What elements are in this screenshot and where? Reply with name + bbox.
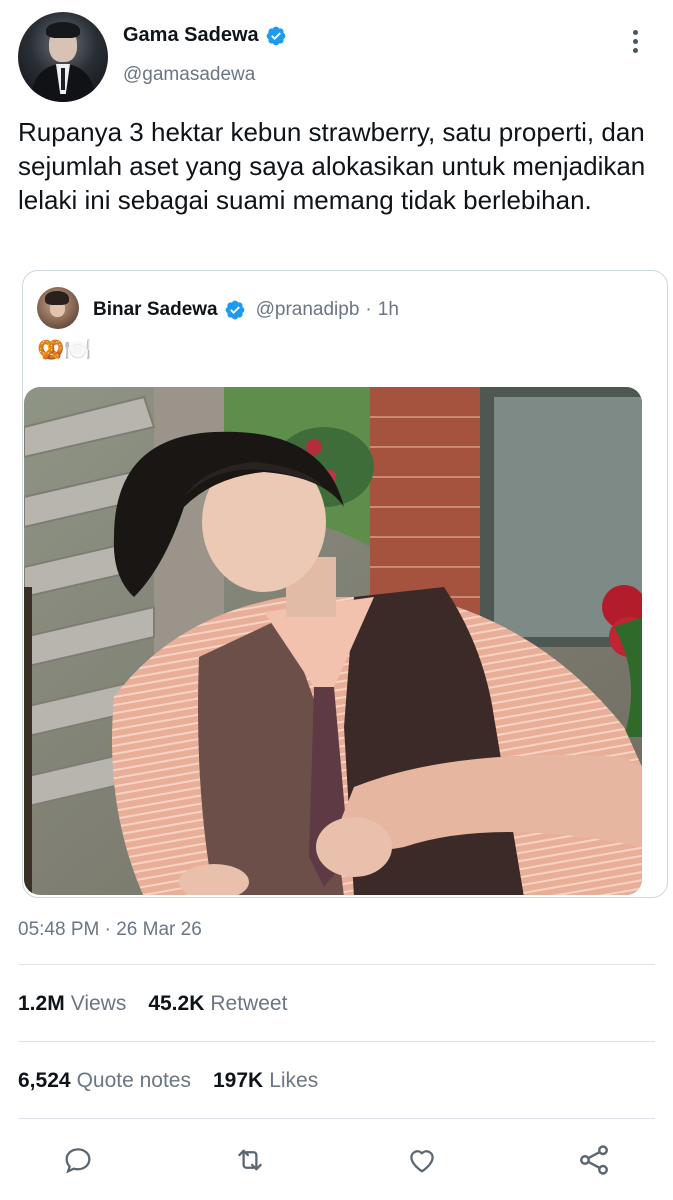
quoted-text: 🥨🍽️ xyxy=(37,337,92,362)
divider xyxy=(18,1041,655,1042)
author-avatar[interactable] xyxy=(18,12,108,102)
verified-badge-icon xyxy=(266,26,286,45)
author-display-name[interactable]: Gama Sadewa xyxy=(123,24,259,47)
stats-row-2: 6,524 Quote notes 197K Likes xyxy=(18,1069,318,1093)
likes-stat[interactable]: 197K Likes xyxy=(213,1069,318,1093)
stats-row-1: 1.2M Views 45.2K Retweet xyxy=(18,992,287,1016)
quotes-count: 6,524 xyxy=(18,1069,71,1092)
quoted-tweet-card[interactable]: Binar Sadewa @pranadipb · 1h 🥨🍽️ xyxy=(22,270,668,898)
reply-icon[interactable] xyxy=(58,1138,98,1182)
quoted-author-row: Binar Sadewa @pranadipb · 1h xyxy=(93,299,399,321)
quoted-display-name[interactable]: Binar Sadewa xyxy=(93,299,218,321)
retweet-count: 45.2K xyxy=(148,992,205,1015)
divider xyxy=(18,964,655,965)
author-name-row[interactable]: Gama Sadewa xyxy=(123,24,287,47)
share-icon[interactable] xyxy=(574,1138,614,1182)
likes-label: Likes xyxy=(269,1069,319,1092)
quoted-separator: · xyxy=(365,299,372,320)
quoted-verified-badge-icon xyxy=(225,300,245,320)
retweet-label: Retweet xyxy=(210,992,288,1015)
retweet-stat[interactable]: 45.2K Retweet xyxy=(148,992,287,1016)
quotes-label: Quote notes xyxy=(76,1069,191,1092)
likes-count: 197K xyxy=(212,1069,264,1092)
quotes-stat[interactable]: 6,524 Quote notes xyxy=(18,1069,191,1093)
quoted-age: 1h xyxy=(377,299,399,320)
tweet-action-bar xyxy=(0,1138,673,1184)
tweet-text: Rupanya 3 hektar kebun strawberry, satu … xyxy=(18,117,646,215)
quoted-handle[interactable]: @pranadipb xyxy=(256,299,360,321)
divider xyxy=(18,1118,655,1119)
like-icon[interactable] xyxy=(402,1138,442,1182)
tweet-header: Gama Sadewa @gamasadewa xyxy=(18,12,658,104)
tweet-timestamp[interactable]: 05:48 PM · 26 Mar 26 xyxy=(18,919,202,941)
quoted-media-photo[interactable] xyxy=(24,387,642,895)
retweet-icon[interactable] xyxy=(230,1138,270,1182)
author-handle[interactable]: @gamasadewa xyxy=(123,64,255,86)
views-label: Views xyxy=(70,992,127,1015)
more-options-icon[interactable] xyxy=(623,26,647,56)
views-count: 1.2M xyxy=(18,992,65,1015)
quoted-author-avatar[interactable] xyxy=(37,287,79,329)
views-stat[interactable]: 1.2M Views xyxy=(18,992,126,1016)
